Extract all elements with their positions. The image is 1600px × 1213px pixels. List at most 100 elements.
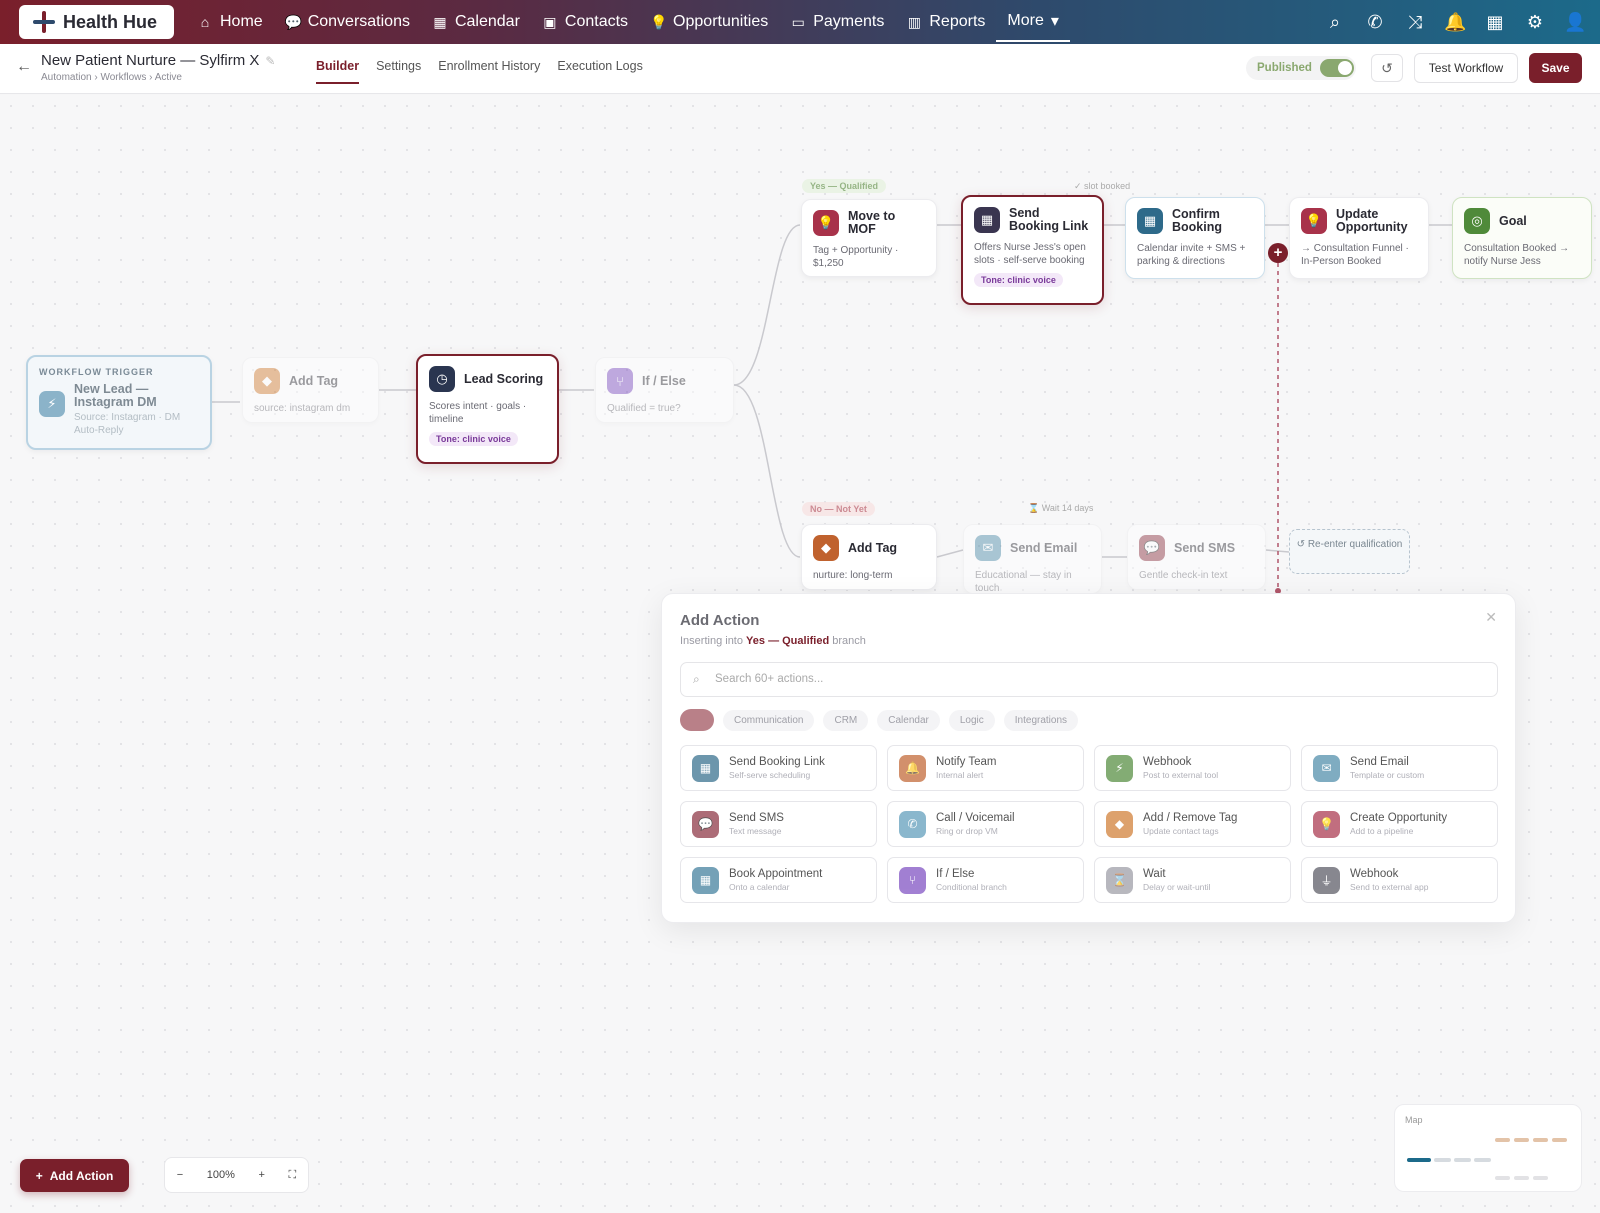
node-desc: Calendar invite + SMS + parking & direct…: [1137, 243, 1246, 267]
test-workflow-button[interactable]: Test Workflow: [1414, 53, 1518, 83]
add-tag-node[interactable]: ◆ Add Tag source: instagram dm: [242, 357, 379, 423]
if-else-node[interactable]: ⑂ If / Else Qualified = true?: [595, 357, 734, 423]
search-icon[interactable]: ⌕: [1324, 12, 1346, 33]
target-icon: ◎: [1464, 208, 1490, 234]
action-card[interactable]: ✆ Call / Voicemail Ring or drop VM: [887, 801, 1084, 847]
bell-icon[interactable]: 🔔: [1444, 12, 1466, 33]
history-icon: ↺: [1381, 60, 1393, 76]
sub-suffix: branch: [832, 635, 866, 647]
nav-item-payments[interactable]: ▭ Payments: [779, 0, 895, 44]
trigger-label: WORKFLOW TRIGGER: [39, 367, 154, 377]
chip-crm[interactable]: CRM: [823, 709, 869, 731]
zoom-level: 100%: [206, 1169, 235, 1181]
reenter-qualification-node[interactable]: ↺ Re-enter qualification: [1289, 529, 1410, 574]
action-card[interactable]: 💡 Create Opportunity Add to a pipeline: [1301, 801, 1498, 847]
chip-logic[interactable]: Logic: [948, 709, 995, 731]
workflow-title[interactable]: New Patient Nurture — Sylfirm X ✎: [41, 52, 275, 69]
zoom-out-icon[interactable]: −: [177, 1169, 183, 1181]
chip-calendar[interactable]: Calendar: [877, 709, 940, 731]
action-card-title: Send Email: [1350, 756, 1409, 768]
update-opportunity-node[interactable]: 💡 Update Opportunity → Consultation Funne…: [1289, 197, 1429, 279]
tab-settings[interactable]: Settings: [376, 44, 421, 84]
node-title: Update Opportunity: [1336, 207, 1408, 234]
toggle-switch[interactable]: [1319, 59, 1354, 77]
action-card-text: Webhook Post to external tool: [1143, 756, 1218, 780]
node-desc: Qualified = true?: [607, 403, 681, 414]
workflow-title-text: New Patient Nurture — Sylfirm X: [41, 52, 260, 69]
search-input[interactable]: ⌕ Search 60+ actions...: [680, 662, 1498, 697]
chip-all[interactable]: [680, 709, 714, 731]
nav-item-label: Conversations: [307, 13, 410, 30]
user-icon[interactable]: 👤: [1564, 12, 1586, 33]
nav-item-more[interactable]: More ▾: [996, 2, 1070, 42]
send-sms-node[interactable]: 💬 Send SMS Gentle check-in text: [1127, 524, 1266, 590]
send-booking-link-node[interactable]: ▦ Send Booking Link Offers Nurse Jess's o…: [961, 195, 1104, 305]
gear-icon[interactable]: ⚙: [1524, 12, 1546, 33]
action-card[interactable]: ▦ Book Appointment Onto a calendar: [680, 857, 877, 903]
action-card-subtitle: Add to a pipeline: [1350, 826, 1414, 836]
sms-icon: 💬: [1139, 535, 1165, 561]
tab-execution-logs[interactable]: Execution Logs: [557, 44, 642, 84]
minimap-bar: [1533, 1176, 1548, 1180]
brand-name: Health Hue: [63, 11, 158, 32]
action-card[interactable]: ⏚ Webhook Send to external app: [1301, 857, 1498, 903]
nav-item-contacts[interactable]: ▣ Contacts: [531, 0, 639, 44]
nav-item-calendar[interactable]: ▦ Calendar: [421, 0, 531, 44]
add-action-panel: Add Action Inserting into Yes — Qualifie…: [661, 593, 1516, 923]
action-card[interactable]: 💬 Send SMS Text message: [680, 801, 877, 847]
add-tag-nurture-node[interactable]: ◆ Add Tag nurture: long-term: [801, 524, 937, 590]
tab-builder[interactable]: Builder: [316, 44, 360, 84]
action-card[interactable]: ✉ Send Email Template or custom: [1301, 745, 1498, 791]
insert-step-button[interactable]: +: [1268, 243, 1288, 263]
action-card-title: Send Booking Link: [729, 756, 825, 768]
published-toggle[interactable]: Published: [1246, 56, 1356, 80]
action-card[interactable]: ⚡ Webhook Post to external tool: [1094, 745, 1291, 791]
brand-logo[interactable]: Health Hue: [19, 5, 174, 39]
back-arrow-icon[interactable]: ←: [16, 58, 32, 76]
chip-integrations[interactable]: Integrations: [1003, 709, 1079, 731]
workflow-trigger-node[interactable]: WORKFLOW TRIGGER ⚡ New Lead — Instagram …: [26, 355, 212, 450]
card-icon: ▭: [791, 13, 805, 30]
move-to-mof-node[interactable]: 💡 Move to MOF Tag + Opportunity · $1,250: [801, 199, 937, 277]
pencil-icon[interactable]: ✎: [265, 54, 275, 68]
nav-more-label: More: [1007, 12, 1044, 29]
nav-item-home[interactable]: ⌂ Home: [186, 0, 274, 44]
action-card[interactable]: ⑂ If / Else Conditional branch: [887, 857, 1084, 903]
zoom-in-icon[interactable]: +: [258, 1169, 264, 1181]
action-card[interactable]: ◆ Add / Remove Tag Update contact tags: [1094, 801, 1291, 847]
action-card[interactable]: ⌛ Wait Delay or wait-until: [1094, 857, 1291, 903]
close-icon[interactable]: ✕: [1485, 609, 1497, 626]
save-button[interactable]: Save: [1529, 53, 1582, 83]
plus-icon: +: [35, 1168, 43, 1183]
nav-item-opportunities[interactable]: 💡 Opportunities: [639, 0, 779, 44]
minimap-bar: [1407, 1158, 1431, 1162]
goal-node[interactable]: ◎ Goal Consultation Booked → notify Nurse…: [1452, 197, 1592, 279]
chip-communication[interactable]: Communication: [723, 709, 815, 731]
sub-branch: Yes — Qualified: [746, 635, 830, 647]
phone-icon[interactable]: ✆: [1364, 12, 1386, 33]
shuffle-icon[interactable]: ⤨: [1404, 12, 1426, 33]
action-card-subtitle: Onto a calendar: [729, 882, 790, 892]
minimap[interactable]: Map: [1394, 1104, 1582, 1192]
add-action-button[interactable]: + Add Action: [20, 1159, 129, 1192]
tab-enrollment-history[interactable]: Enrollment History: [438, 44, 540, 84]
zoom-controls: − 100% + ⛶: [164, 1157, 309, 1193]
nav-item-reports[interactable]: ▥ Reports: [895, 0, 996, 44]
confirm-booking-node[interactable]: ▦ Confirm Booking Calendar invite + SMS +…: [1125, 197, 1265, 279]
history-button[interactable]: ↺: [1371, 54, 1403, 82]
panel-subtitle: Inserting into Yes — Qualified branch: [680, 635, 866, 647]
calendar-icon[interactable]: ▦: [1484, 12, 1506, 33]
minimap-bar: [1495, 1138, 1510, 1142]
tag-icon: ◆: [813, 535, 839, 561]
action-card[interactable]: ▦ Send Booking Link Self-serve scheduling: [680, 745, 877, 791]
node-title: Send SMS: [1174, 540, 1236, 555]
fit-screen-icon[interactable]: ⛶: [288, 1169, 296, 1182]
lead-scoring-node[interactable]: ◷ Lead Scoring Scores intent · goals · ti…: [416, 354, 559, 464]
nav-item-conversations[interactable]: 💬 Conversations: [274, 0, 421, 44]
send-email-node[interactable]: ✉ Send Email Educational — stay in touch: [963, 524, 1102, 594]
node-desc: source: instagram dm: [254, 403, 351, 414]
action-card-text: Send Booking Link Self-serve scheduling: [729, 756, 825, 780]
bulb-icon: 💡: [1313, 810, 1340, 838]
action-card[interactable]: 🔔 Notify Team Internal alert: [887, 745, 1084, 791]
action-card-title: Send SMS: [729, 812, 784, 824]
